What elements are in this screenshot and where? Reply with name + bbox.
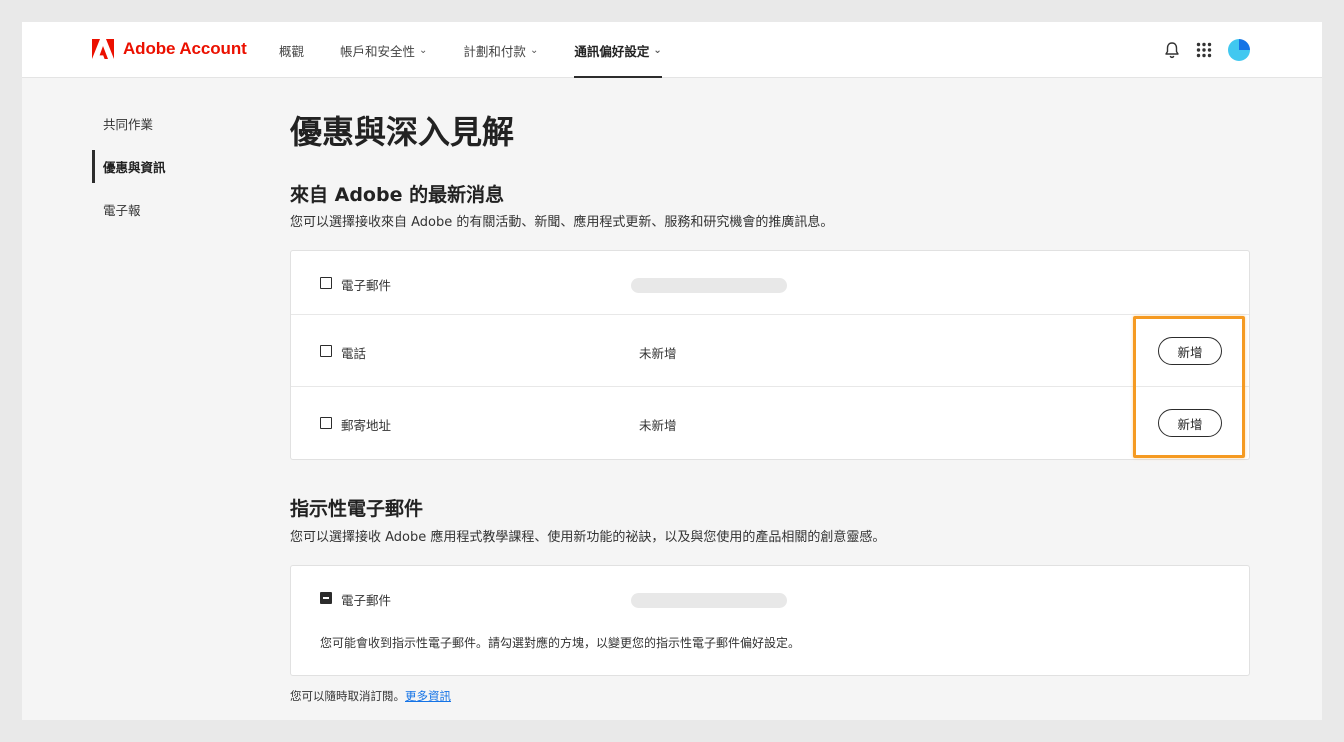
adobe-news-card: 電子郵件 電話 未新增 新增 郵寄地址 未新增 新增: [290, 250, 1250, 460]
list-item: 郵寄地址 未新增 新增: [291, 387, 1249, 459]
mailing-address-label: 郵寄地址: [341, 418, 392, 433]
phone-label: 電話: [341, 346, 367, 361]
nav-communication-preferences-label: 通訊偏好設定: [574, 43, 650, 59]
nav-communication-preferences[interactable]: 通訊偏好設定 ⌄: [574, 22, 663, 78]
main-nav: 概觀 帳戶和安全性 ⌄ 計劃和付款 ⌄ 通訊偏好設定 ⌄: [279, 22, 698, 78]
header-actions: [1148, 39, 1250, 61]
list-item: 電子郵件: [291, 251, 1249, 315]
guided-email-checkbox[interactable]: [320, 592, 332, 604]
nav-plans-payment[interactable]: 計劃和付款 ⌄: [463, 22, 538, 78]
sidebar-item-label: 共同作業: [103, 117, 154, 132]
page-frame: Adobe Account 概觀 帳戶和安全性 ⌄ 計劃和付款 ⌄ 通訊偏好設定…: [22, 22, 1322, 720]
unsubscribe-text: 您可以隨時取消訂閱。: [290, 689, 405, 703]
email-address-placeholder: [631, 593, 787, 608]
nav-account-security-label: 帳戶和安全性: [340, 43, 416, 59]
nav-account-security[interactable]: 帳戶和安全性 ⌄: [340, 22, 427, 78]
email-address-placeholder: [631, 278, 787, 293]
list-item: 電話 未新增 新增: [291, 315, 1249, 387]
guided-email-card: 電子郵件 您可能會收到指示性電子郵件。請勾選對應的方塊，以變更您的指示性電子郵件…: [290, 565, 1250, 676]
sidebar: 共同作業 優惠與資訊 電子報: [92, 102, 262, 231]
guided-email-note: 您可能會收到指示性電子郵件。請勾選對應的方塊，以變更您的指示性電子郵件偏好設定。: [320, 636, 801, 650]
sidebar-item-label: 電子報: [103, 203, 141, 218]
sidebar-item-newsletters[interactable]: 電子報: [92, 188, 262, 231]
sidebar-item-offers[interactable]: 優惠與資訊: [92, 145, 262, 188]
nav-overview[interactable]: 概觀: [279, 22, 304, 78]
guided-email-label: 電子郵件: [341, 593, 392, 608]
chevron-down-icon: ⌄: [529, 44, 539, 56]
brand-name: Adobe Account: [123, 39, 247, 58]
page-title: 優惠與深入見解: [290, 113, 515, 151]
top-navigation-bar: Adobe Account 概觀 帳戶和安全性 ⌄ 計劃和付款 ⌄ 通訊偏好設定…: [22, 22, 1322, 78]
bell-icon[interactable]: [1164, 41, 1180, 59]
nav-overview-label: 概觀: [279, 43, 305, 59]
unsubscribe-note: 您可以隨時取消訂閱。更多資訊: [290, 688, 451, 704]
adobe-news-title: 來自 Adobe 的最新消息: [290, 184, 505, 206]
email-checkbox[interactable]: [320, 277, 332, 289]
chevron-down-icon: ⌄: [419, 44, 428, 56]
phone-checkbox[interactable]: [320, 345, 332, 357]
add-mailing-address-button[interactable]: 新增: [1158, 409, 1222, 437]
adobe-logo-icon: [92, 39, 114, 59]
learn-more-link[interactable]: 更多資訊: [405, 689, 451, 703]
mailing-address-value: 未新增: [639, 418, 677, 433]
adobe-logo-link[interactable]: Adobe Account: [92, 39, 247, 59]
adobe-news-description: 您可以選擇接收來自 Adobe 的有關活動、新聞、應用程式更新、服務和研究機會的…: [290, 215, 834, 230]
avatar[interactable]: [1228, 39, 1250, 61]
add-phone-button[interactable]: 新增: [1158, 337, 1222, 365]
guided-email-description: 您可以選擇接收 Adobe 應用程式教學課程、使用新功能的祕訣，以及與您使用的產…: [290, 530, 886, 545]
app-grid-icon[interactable]: [1196, 42, 1212, 58]
mailing-address-checkbox[interactable]: [320, 417, 332, 429]
guided-email-title: 指示性電子郵件: [290, 498, 424, 520]
chevron-down-icon: ⌄: [653, 44, 662, 56]
sidebar-item-label: 優惠與資訊: [103, 160, 166, 175]
email-label: 電子郵件: [341, 278, 392, 293]
nav-plans-payment-label: 計劃和付款: [463, 43, 526, 59]
phone-value: 未新增: [639, 346, 677, 361]
sidebar-item-collaboration[interactable]: 共同作業: [92, 102, 262, 145]
